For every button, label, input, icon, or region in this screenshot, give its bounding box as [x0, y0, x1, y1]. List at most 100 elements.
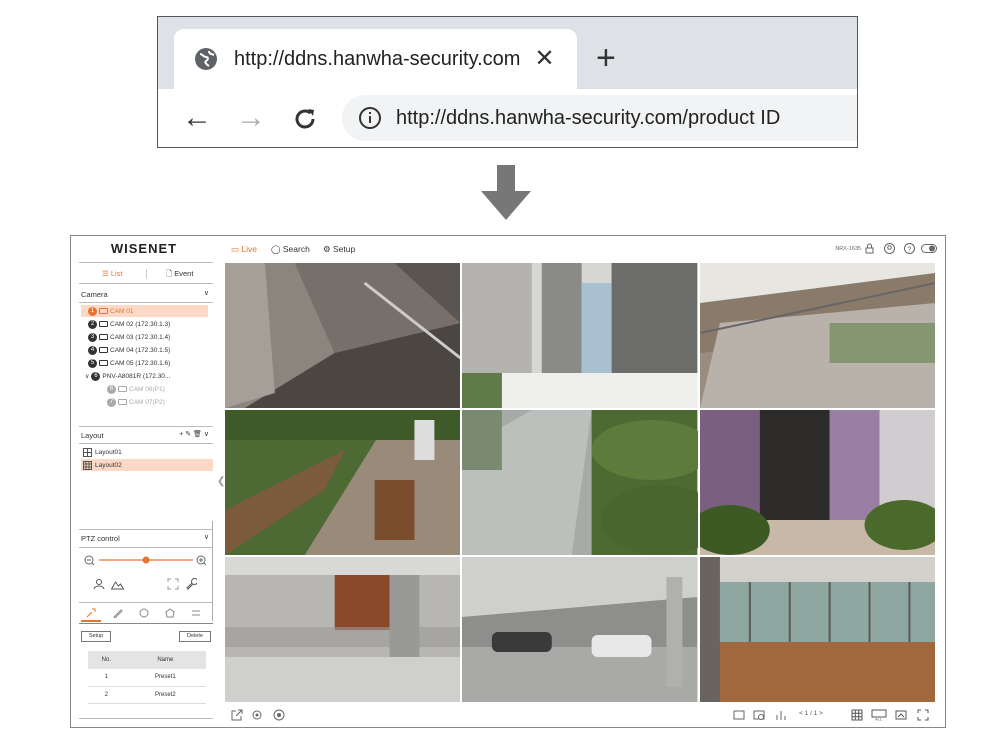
top-nav-bar: ▭ Live ◯ Search ⚙ Setup NRX-1635 ? — [225, 236, 945, 262]
column-header: No. — [88, 651, 125, 669]
wisenet-logo: WISENET — [110, 241, 178, 256]
left-panel: WISENET ☰ List 🗋 Event Camera ∨ 1 CAM 01 2… — [71, 236, 217, 727]
focus-icon[interactable] — [167, 578, 179, 590]
preset-table: No. Name 1 Preset1 2 Preset2 — [88, 651, 206, 704]
page-navigator[interactable]: < 1 / 1 > — [799, 710, 823, 717]
video-tile[interactable] — [225, 557, 461, 702]
tour-icon[interactable] — [165, 608, 175, 618]
info-icon[interactable] — [358, 106, 382, 130]
grid-icon — [83, 447, 92, 457]
wrench-icon[interactable] — [185, 578, 197, 590]
camera-item[interactable]: 3 CAM 03 (172.30.1.4) — [88, 331, 170, 343]
svg-text:ALL: ALL — [875, 717, 883, 722]
all-channels-icon[interactable]: ALL — [871, 709, 887, 721]
url-text: http://ddns.hanwha-security.com/product … — [396, 106, 781, 129]
back-arrow-icon[interactable]: ← — [182, 103, 212, 133]
video-tile[interactable] — [462, 557, 698, 702]
camera-item[interactable]: 6 CAM 06(P1) — [107, 383, 165, 395]
camera-icon — [99, 308, 108, 314]
video-tile[interactable] — [225, 410, 461, 555]
video-tile[interactable] — [699, 263, 935, 408]
svg-text:?: ? — [907, 246, 911, 253]
stats-icon[interactable] — [775, 709, 787, 721]
list-event-tabs: ☰ List 🗋 Event — [79, 267, 213, 281]
nav-setup[interactable]: ⚙ Setup — [323, 244, 355, 255]
video-tile[interactable] — [462, 263, 698, 408]
browser-tab[interactable]: http://ddns.hanwha-security.com ✕ — [174, 29, 577, 89]
camera-icon — [99, 321, 108, 327]
ptz-delete-button[interactable]: Delete — [179, 631, 211, 642]
person-icon[interactable] — [93, 578, 105, 590]
mountain-icon[interactable] — [111, 578, 124, 590]
down-arrow-icon — [481, 165, 531, 220]
camera-item[interactable]: 2 CAM 02 (172.30.1.3) — [88, 318, 170, 330]
ptz-section-header[interactable]: PTZ control ∨ — [81, 534, 213, 543]
camera-item[interactable]: 5 CAM 05 (172.30.1.6) — [88, 357, 170, 369]
nav-search[interactable]: ◯ Search — [271, 244, 310, 255]
globe-icon — [195, 48, 217, 70]
pen-icon[interactable] — [113, 608, 123, 618]
camera-feed-image — [462, 410, 698, 555]
tab-list[interactable]: ☰ List — [79, 267, 146, 281]
playback-icon[interactable] — [753, 709, 765, 721]
address-bar[interactable]: http://ddns.hanwha-security.com/product … — [342, 95, 857, 141]
ptz-tool-row — [81, 606, 213, 622]
zoom-slider[interactable] — [83, 554, 211, 566]
ptz-setup-button[interactable]: Setup — [81, 631, 111, 642]
key-icon — [86, 608, 96, 618]
lock-icon[interactable] — [864, 243, 875, 254]
layout-item[interactable]: Layout01 — [81, 446, 213, 458]
camera-icon — [118, 386, 127, 392]
layout-grid-icon[interactable] — [851, 709, 863, 721]
aspect-ratio-icon[interactable] — [895, 709, 907, 721]
camera-item[interactable]: 4 CAM 04 (172.30.1.5) — [88, 344, 170, 356]
grid-icon — [83, 460, 92, 470]
reload-icon[interactable] — [292, 106, 318, 132]
camera-icon — [99, 334, 108, 340]
column-header: Name — [124, 651, 206, 669]
video-tile[interactable] — [699, 557, 935, 702]
table-row[interactable]: 1 Preset1 — [88, 669, 206, 687]
table-row[interactable]: 2 Preset2 — [88, 686, 206, 704]
video-tile[interactable] — [225, 263, 461, 408]
nav-live[interactable]: ▭ Live — [231, 244, 257, 255]
camera-icon — [99, 347, 108, 353]
layout-section-header: Layout + ✎ 🗑 ∨ — [81, 430, 209, 440]
camera-feed-image — [225, 263, 461, 408]
help-icon[interactable]: ? — [904, 243, 915, 254]
video-tile[interactable] — [462, 410, 698, 555]
forward-arrow-icon[interactable]: → — [236, 103, 266, 133]
camera-feed-image — [699, 410, 935, 555]
camera-section-header[interactable]: Camera ∨ — [81, 290, 213, 299]
camera-feed-image — [225, 557, 461, 702]
browser-window: http://ddns.hanwha-security.com ✕ + ← → … — [157, 16, 858, 148]
record-icon[interactable] — [273, 709, 285, 721]
layout-item[interactable]: Layout02 — [81, 459, 213, 471]
fullscreen-icon[interactable] — [917, 709, 929, 721]
chevron-down-icon: ∨ — [203, 290, 209, 297]
wisenet-toggle-icon[interactable] — [921, 243, 937, 254]
camera-feed-image — [462, 557, 698, 702]
trace-icon[interactable] — [191, 608, 201, 618]
layout-tools[interactable]: + ✎ 🗑 ∨ — [179, 430, 209, 438]
camera-settings-icon[interactable] — [251, 709, 263, 721]
swing-icon[interactable] — [139, 608, 149, 618]
browser-toolbar: ← → http://ddns.hanwha-security.com/prod… — [158, 89, 857, 147]
export-icon[interactable] — [231, 709, 243, 721]
preset-tab[interactable] — [81, 606, 101, 622]
camera-item[interactable]: 7 CAM 07(P2) — [107, 396, 165, 408]
camera-group[interactable]: ∨ 6 PNV-A8081R (172.30... — [85, 370, 170, 382]
camera-item[interactable]: 1 CAM 01 — [81, 305, 208, 317]
chevron-down-icon: ∨ — [203, 534, 209, 541]
close-icon[interactable]: ✕ — [534, 47, 554, 71]
camera-feed-image — [462, 263, 698, 408]
user-icon[interactable] — [884, 243, 895, 254]
video-grid — [225, 263, 935, 702]
tab-event[interactable]: 🗋 Event — [147, 267, 214, 281]
camera-feed-image — [699, 557, 935, 702]
camera-icon — [118, 399, 127, 405]
screen-info-icon[interactable] — [733, 709, 745, 721]
camera-icon — [99, 360, 108, 366]
video-tile[interactable] — [699, 410, 935, 555]
new-tab-button[interactable]: + — [596, 41, 616, 75]
